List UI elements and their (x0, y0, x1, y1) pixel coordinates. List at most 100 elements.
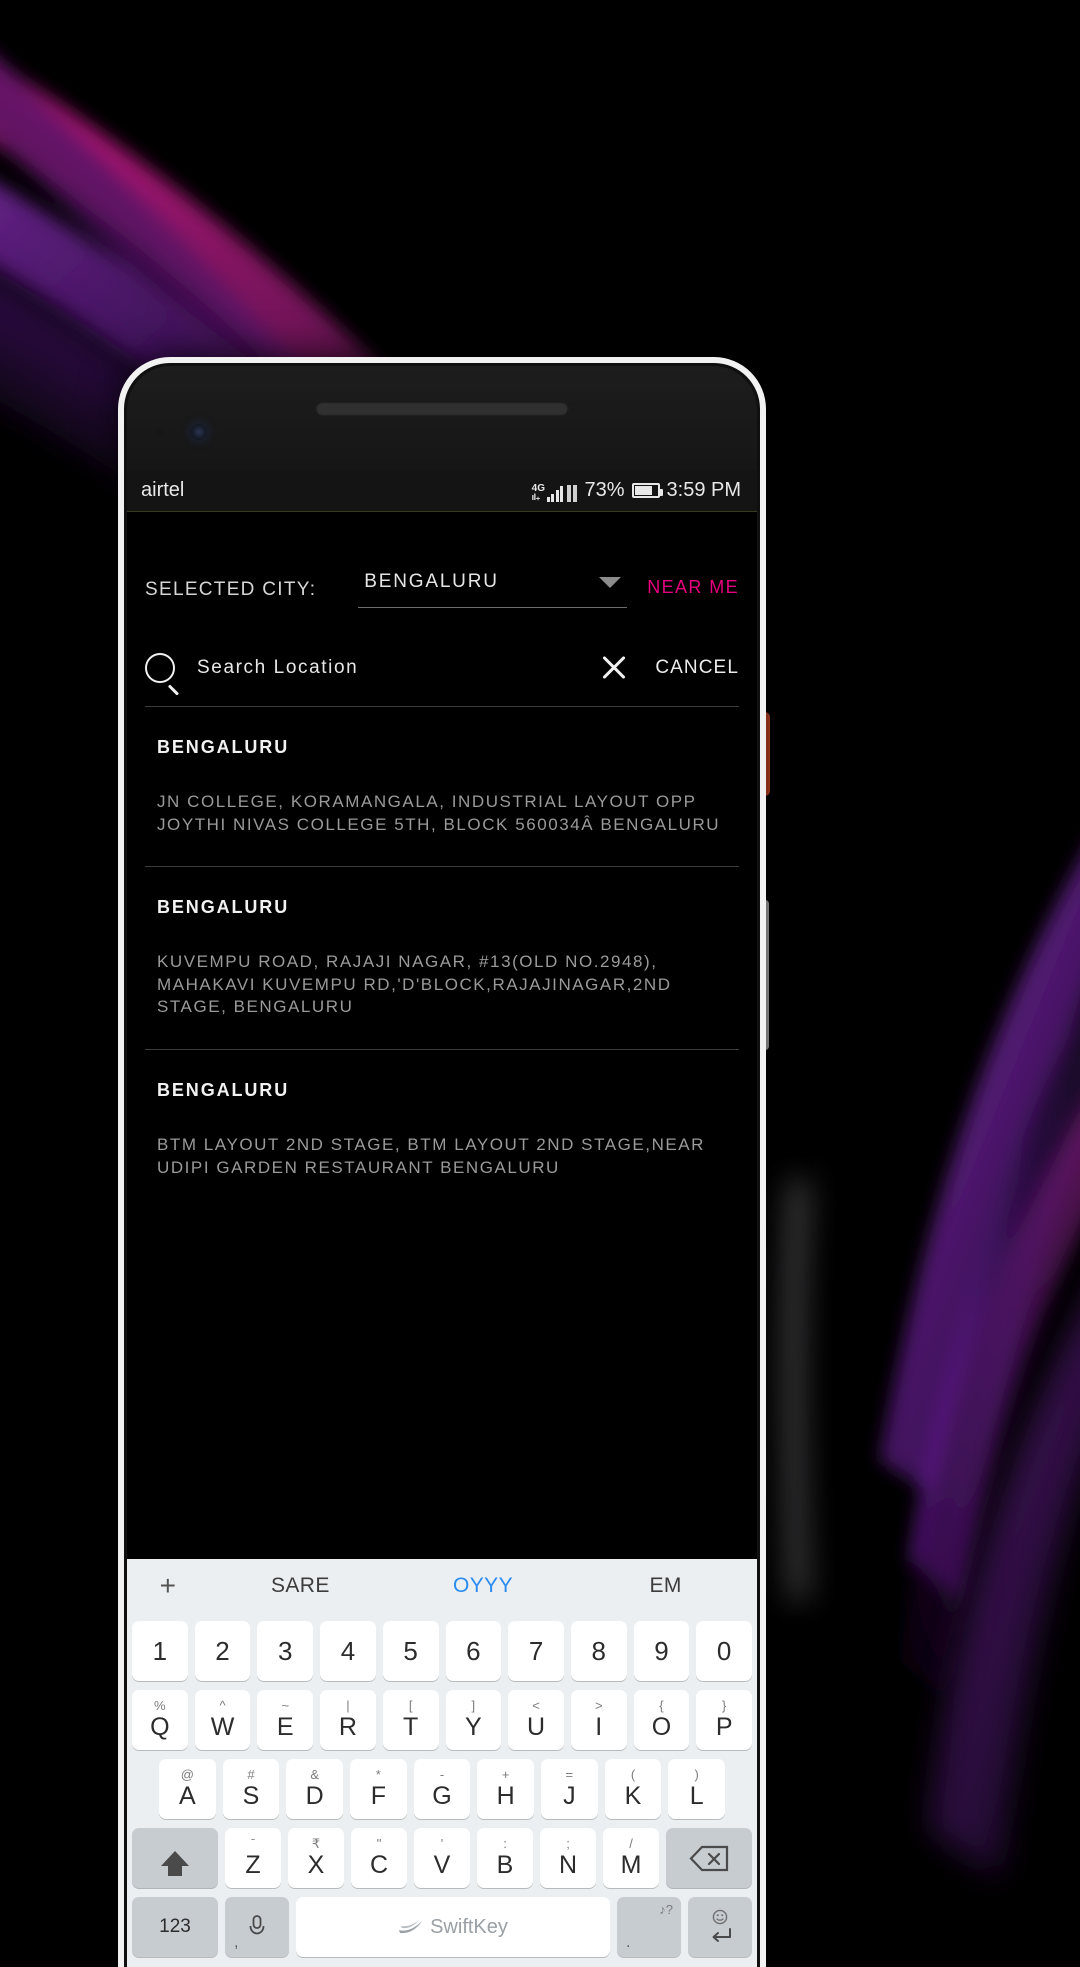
key-label: F (370, 1782, 386, 1810)
key-9[interactable]: 9 (633, 1621, 690, 1681)
shift-arrow-icon (161, 1850, 189, 1876)
city-dropdown-value: BENGALURU (364, 571, 499, 592)
key-b[interactable]: :B (477, 1828, 533, 1888)
list-item[interactable]: BENGALURU BTM LAYOUT 2ND STAGE, BTM LAYO… (145, 1050, 739, 1209)
period-key[interactable]: ♪? . (617, 1897, 681, 1957)
signal-icon: 4G ıl₊ (532, 480, 578, 502)
status-bar-right: 4G ıl₊ 73% 3:59 PM (532, 479, 741, 502)
key-4[interactable]: 4 (320, 1621, 376, 1681)
key-sub-label: " (376, 1836, 382, 1851)
key-sub-label: & (310, 1767, 319, 1782)
key-x[interactable]: ₹ X (288, 1828, 344, 1888)
phone-device: airtel 4G ıl₊ 73% 3:59 PM SELECTED CITY:… (118, 357, 766, 1967)
result-title: BENGALURU (157, 897, 290, 918)
key-p[interactable]: } P (696, 1690, 753, 1750)
key-label: L (689, 1782, 704, 1810)
key-label: 9 (654, 1636, 669, 1666)
city-dropdown[interactable]: BENGALURU (358, 571, 628, 608)
key-t[interactable]: [T (382, 1690, 439, 1750)
key-7[interactable]: 7 (508, 1621, 564, 1681)
key-v[interactable]: ' V (414, 1828, 470, 1888)
key-2[interactable]: 2 (194, 1621, 251, 1681)
swiftkey-brand-logo: SwiftKey (398, 1916, 508, 1939)
key-5[interactable]: 5 (382, 1621, 439, 1681)
key-r[interactable]: | R (320, 1690, 376, 1750)
key-m[interactable]: / M (603, 1828, 659, 1888)
key-sub-label: ( (630, 1767, 636, 1782)
suggestion-1[interactable]: SARE (209, 1574, 392, 1598)
key-o[interactable]: {O (633, 1690, 690, 1750)
suggestion-3[interactable]: EM (574, 1574, 757, 1598)
shift-key[interactable] (132, 1828, 218, 1888)
key-label: 123 (159, 1916, 191, 1937)
key-0[interactable]: 0 (696, 1621, 753, 1681)
search-results-list: BENGALURU JN COLLEGE, KORAMANGALA, INDUS… (127, 706, 757, 1209)
key-label: R (338, 1713, 357, 1741)
enter-key[interactable] (688, 1897, 752, 1957)
key-sub-label: @ (180, 1767, 194, 1782)
key-l[interactable]: ) L (668, 1759, 726, 1819)
close-icon[interactable] (599, 653, 629, 683)
key-z[interactable]: ̄Z (225, 1828, 281, 1888)
selected-city-label: SELECTED CITY: (145, 578, 317, 600)
key-s[interactable]: # S (222, 1759, 280, 1819)
keyboard-row-zxcv: ̄Z ₹X "C 'V :B ;N /M (127, 1828, 757, 1897)
near-me-button[interactable]: NEAR ME (647, 577, 739, 602)
key-w[interactable]: ^ W (194, 1690, 251, 1750)
key-8[interactable]: 8 (570, 1621, 627, 1681)
backspace-key[interactable] (666, 1828, 752, 1888)
list-item[interactable]: BENGALURU JN COLLEGE, KORAMANGALA, INDUS… (145, 707, 739, 866)
key-i[interactable]: > I (570, 1690, 627, 1750)
suggestion-add-button[interactable]: + (127, 1570, 209, 1602)
key-u[interactable]: < U (508, 1690, 564, 1750)
key-f[interactable]: * F (350, 1759, 407, 1819)
key-label: A (178, 1782, 196, 1810)
key-1[interactable]: 1 (131, 1621, 188, 1681)
key-label: Y (465, 1713, 482, 1741)
key-a[interactable]: @ A (158, 1759, 216, 1819)
list-item[interactable]: BENGALURU KUVEMPU ROAD, RAJAJI NAGAR, #1… (145, 867, 739, 1049)
key-h[interactable]: + H (477, 1759, 535, 1819)
key-c[interactable]: " C (351, 1828, 407, 1888)
battery-icon (631, 483, 663, 498)
key-n[interactable]: ; N (540, 1828, 596, 1888)
key-y[interactable]: ] Y (445, 1690, 502, 1750)
network-type-label: 4G ıl₊ (531, 482, 545, 502)
search-input[interactable] (197, 657, 592, 679)
search-icon (145, 653, 175, 683)
key-6[interactable]: 6 (445, 1621, 502, 1681)
key-label: N (558, 1851, 578, 1879)
key-q[interactable]: % Q (131, 1690, 188, 1750)
key-e[interactable]: ~ E (257, 1690, 314, 1750)
key-label: T (403, 1713, 419, 1741)
phone-inner-frame: airtel 4G ıl₊ 73% 3:59 PM SELECTED CITY:… (124, 363, 760, 1967)
suggestion-2[interactable]: OYYY (392, 1574, 575, 1598)
space-key[interactable]: SwiftKey (296, 1897, 610, 1957)
numeric-mode-key[interactable]: 123 (132, 1897, 218, 1957)
emoji-icon (712, 1909, 728, 1925)
key-sub-label: ] (471, 1698, 476, 1713)
search-row: CANCEL (127, 622, 757, 706)
phone-bezel: airtel 4G ıl₊ 73% 3:59 PM SELECTED CITY:… (127, 366, 757, 1967)
cancel-button[interactable]: CANCEL (655, 657, 739, 679)
phone-screen: airtel 4G ıl₊ 73% 3:59 PM SELECTED CITY:… (127, 470, 757, 1967)
key-d[interactable]: & D (286, 1759, 343, 1819)
key-label: H (496, 1782, 515, 1810)
chevron-down-icon (599, 576, 622, 588)
key-3[interactable]: 3 (257, 1621, 314, 1681)
key-sub-label: ' (440, 1836, 444, 1851)
key-label: B (496, 1851, 514, 1879)
key-g[interactable]: -G (413, 1759, 471, 1819)
voice-input-key[interactable]: , (225, 1897, 289, 1957)
key-sub-label: - (439, 1767, 445, 1782)
swiftkey-icon (399, 1920, 423, 1934)
key-sub-label: = (565, 1767, 574, 1782)
key-sub-label: # (247, 1767, 255, 1782)
signal-bars-secondary-icon (567, 484, 578, 502)
key-k[interactable]: (K (604, 1759, 662, 1819)
key-label: M (620, 1851, 642, 1879)
key-sub-label: | (346, 1698, 350, 1713)
result-address: JN COLLEGE, KORAMANGALA, INDUSTRIAL LAYO… (157, 792, 721, 834)
key-label: 1 (152, 1636, 168, 1666)
key-j[interactable]: = J (541, 1759, 598, 1819)
